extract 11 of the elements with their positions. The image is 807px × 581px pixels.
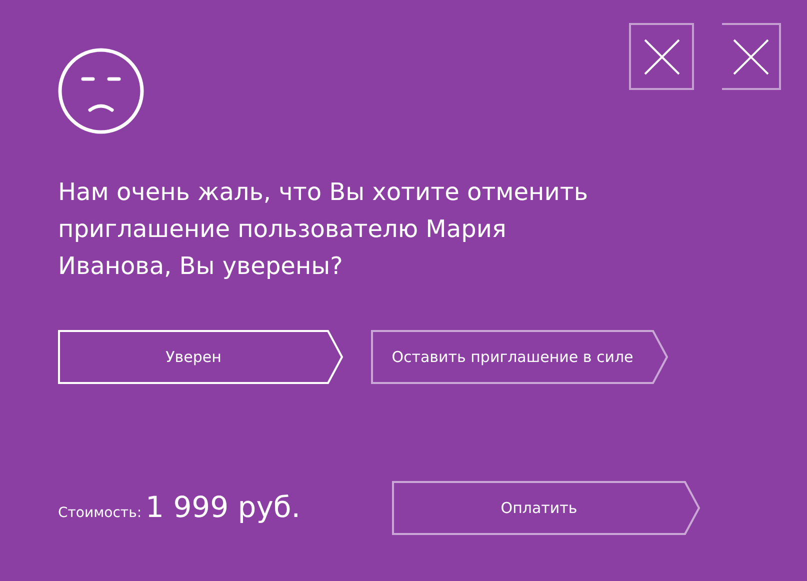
close-button[interactable] — [722, 23, 781, 90]
pay-button[interactable]: Оплатить — [392, 481, 700, 535]
action-button[interactable]: Оставить приглашение в силе — [371, 330, 668, 384]
close-icon — [644, 38, 680, 74]
sad-face-icon — [58, 48, 144, 134]
confirmation-message: Нам очень жаль, что Вы хотите отменить приглашение пользователю Мария Иванова, Вы уверены? — [58, 177, 589, 282]
price-value: 1 999 руб. — [146, 489, 300, 526]
close-button[interactable] — [629, 23, 694, 90]
action-button[interactable]: Уверен — [58, 330, 343, 384]
close-icon — [732, 38, 768, 74]
price-label: Стоимость: — [58, 504, 142, 524]
